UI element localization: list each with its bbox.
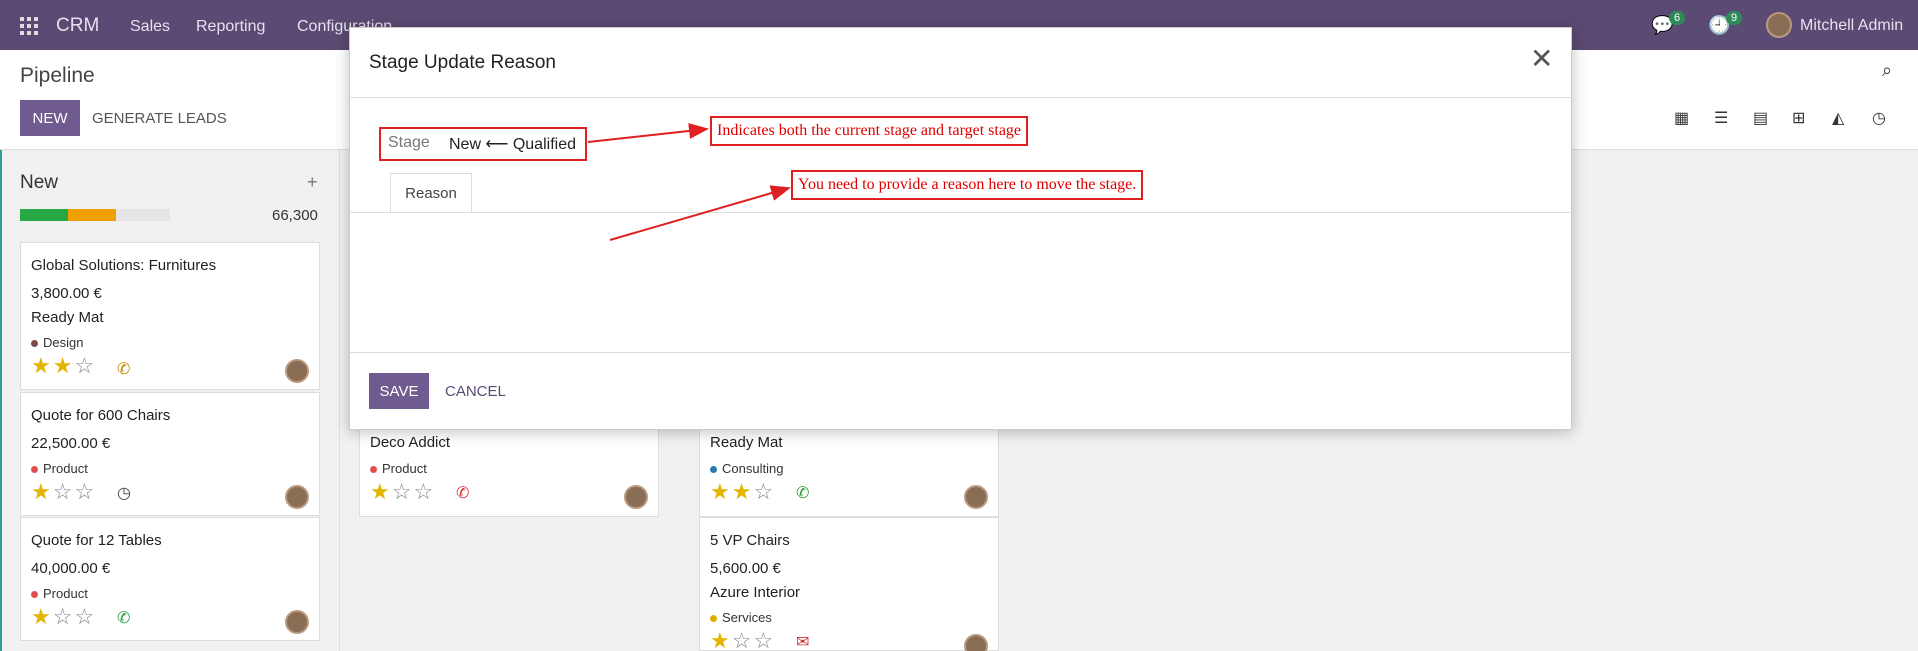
- annotation-arrows: [587, 123, 791, 241]
- reason-arrow: [609, 185, 791, 241]
- stage-arrow: [587, 123, 709, 143]
